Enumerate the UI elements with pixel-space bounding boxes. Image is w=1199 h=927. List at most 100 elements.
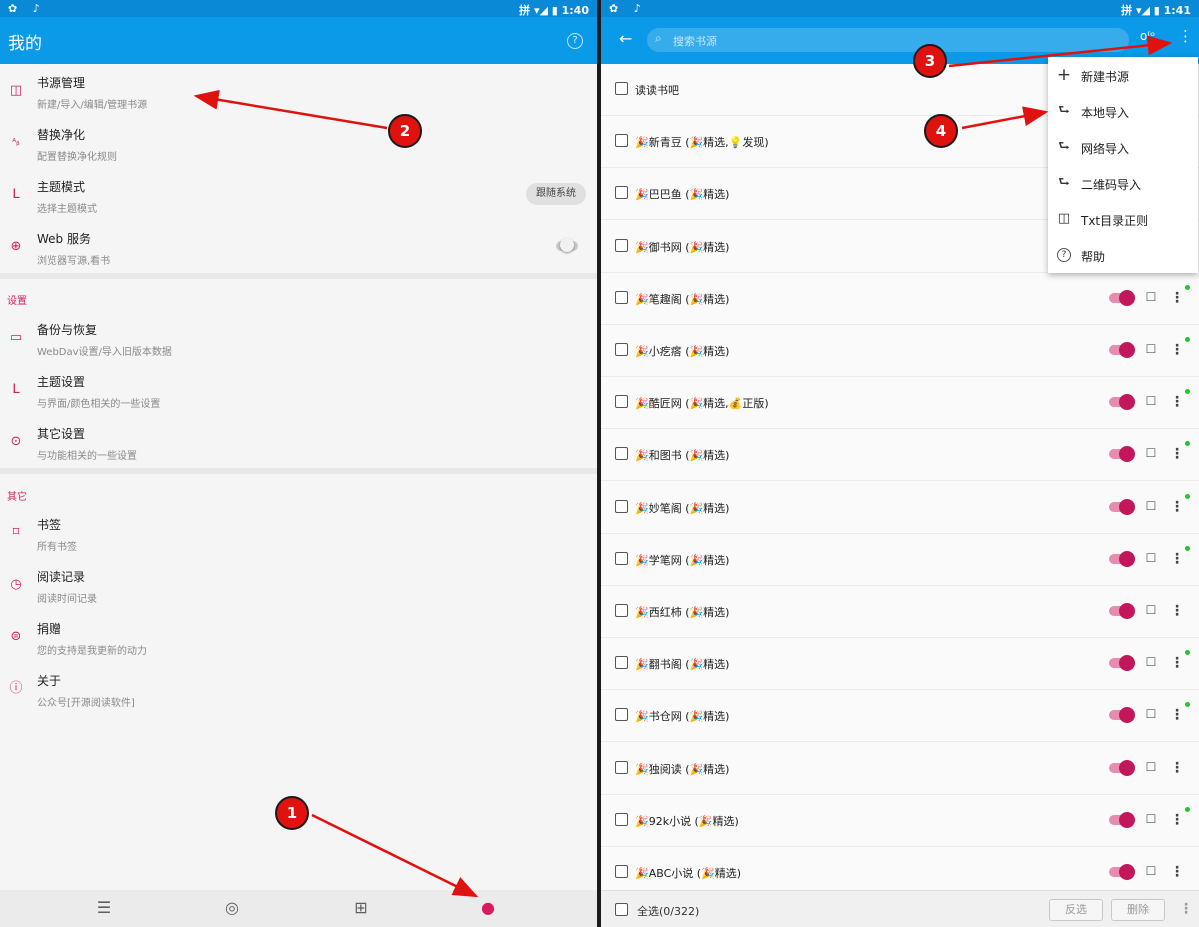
- source-enable-toggle[interactable]: [1109, 394, 1135, 411]
- edit-icon[interactable]: ☐: [1144, 290, 1158, 304]
- source-checkbox[interactable]: [615, 812, 628, 826]
- source-checkbox[interactable]: [615, 499, 628, 513]
- menu-network-import[interactable]: ⮑ 网络导入: [1048, 129, 1198, 165]
- source-checkbox[interactable]: [615, 343, 628, 356]
- edit-icon[interactable]: ☐: [1144, 394, 1158, 408]
- source-row[interactable]: 🎉学笔网 (🎉精选) ☐ ⋮: [601, 533, 1199, 586]
- source-checkbox[interactable]: [615, 82, 628, 95]
- menu-item-donate[interactable]: ⊜ 捐赠 您的支持是我更新的动力: [0, 612, 597, 664]
- search-input[interactable]: ⌕ 搜索书源: [647, 28, 1129, 52]
- source-checkbox[interactable]: [615, 395, 628, 409]
- edit-icon[interactable]: ☐: [1144, 551, 1158, 565]
- invert-selection-button[interactable]: 反选: [1049, 899, 1103, 921]
- menu-item-backup-restore[interactable]: ▭ 备份与恢复 WebDav设置/导入旧版本数据: [0, 313, 597, 365]
- source-checkbox[interactable]: [615, 708, 628, 722]
- back-arrow-icon[interactable]: ←: [619, 29, 632, 48]
- edit-icon[interactable]: ☐: [1144, 864, 1158, 878]
- source-checkbox[interactable]: [615, 656, 628, 670]
- edit-icon[interactable]: ☐: [1144, 499, 1158, 513]
- source-row[interactable]: 🎉小疙瘩 (🎉精选) ☐ ⋮: [601, 325, 1199, 377]
- source-row[interactable]: 🎉酷匠网 (🎉精选,💰正版) ☐ ⋮: [601, 377, 1199, 430]
- source-enable-toggle[interactable]: [1109, 655, 1135, 672]
- source-checkbox[interactable]: [615, 290, 628, 304]
- source-enable-toggle[interactable]: [1109, 759, 1135, 776]
- item-subtitle: 公众号[开源阅读软件]: [37, 698, 135, 709]
- bookshelf-icon[interactable]: ☰: [94, 898, 114, 918]
- row-more-icon[interactable]: ⋮: [1170, 654, 1184, 672]
- rss-icon[interactable]: ⊞: [351, 898, 371, 918]
- source-checkbox[interactable]: [615, 238, 628, 252]
- menu-item-bookmarks[interactable]: ⌑ 书签 所有书签: [0, 508, 597, 560]
- status-bar: ✿ ♪ 拼 ▾◢ ▮ 1:41: [601, 0, 1199, 17]
- source-checkbox[interactable]: [615, 865, 628, 878]
- overflow-menu-icon[interactable]: ⋮: [1178, 27, 1193, 45]
- menu-item-replace-rules[interactable]: ᴬᵦ 替换净化 配置替换净化规则: [0, 118, 597, 170]
- row-more-icon[interactable]: ⋮: [1170, 863, 1184, 881]
- row-more-icon[interactable]: ⋮: [1170, 498, 1184, 516]
- source-checkbox[interactable]: [615, 551, 628, 565]
- person-icon[interactable]: ●: [478, 898, 498, 918]
- source-enable-toggle[interactable]: [1109, 707, 1135, 724]
- edit-icon[interactable]: ☐: [1144, 812, 1158, 826]
- menu-item-web-service[interactable]: ⊕ Web 服务 浏览器写源,看书: [0, 222, 597, 274]
- menu-new-source[interactable]: + 新建书源: [1048, 57, 1198, 93]
- source-name: 🎉笔趣阁 (🎉精选): [635, 292, 730, 306]
- source-enable-toggle[interactable]: [1109, 289, 1135, 306]
- edit-icon[interactable]: ☐: [1144, 655, 1158, 669]
- edit-icon[interactable]: ☐: [1144, 707, 1158, 721]
- row-more-icon[interactable]: ⋮: [1170, 759, 1184, 777]
- source-row[interactable]: 🎉独阅读 (🎉精选) ☐ ⋮: [601, 742, 1199, 795]
- row-more-icon[interactable]: ⋮: [1170, 445, 1184, 463]
- source-checkbox[interactable]: [615, 447, 628, 461]
- source-row[interactable]: 🎉翻书阁 (🎉精选) ☐ ⋮: [601, 638, 1199, 691]
- source-enable-toggle[interactable]: [1109, 811, 1135, 828]
- menu-item-other-settings[interactable]: ⊙ 其它设置 与功能相关的一些设置: [0, 417, 597, 469]
- delete-button[interactable]: 删除: [1111, 899, 1165, 921]
- source-checkbox[interactable]: [615, 760, 628, 774]
- row-more-icon[interactable]: ⋮: [1170, 550, 1184, 568]
- select-all-checkbox[interactable]: [615, 903, 628, 916]
- source-enable-toggle[interactable]: [1109, 864, 1135, 880]
- source-enable-toggle[interactable]: [1109, 603, 1135, 619]
- source-checkbox[interactable]: [615, 604, 628, 617]
- menu-local-import[interactable]: ⮑ 本地导入: [1048, 93, 1198, 129]
- menu-item-reading-history[interactable]: ◷ 阅读记录 阅读时间记录: [0, 560, 597, 612]
- web-service-toggle[interactable]: [556, 238, 578, 252]
- compass-icon[interactable]: ◎: [222, 898, 242, 918]
- edit-icon[interactable]: ☐: [1144, 342, 1158, 356]
- source-checkbox[interactable]: [615, 186, 628, 200]
- menu-item-book-source[interactable]: ◫ 书源管理 新建/导入/编辑/管理书源: [0, 66, 597, 118]
- edit-icon[interactable]: ☐: [1144, 446, 1158, 460]
- edit-icon[interactable]: ☐: [1144, 760, 1158, 774]
- theme-mode-chip[interactable]: 跟随系统: [526, 183, 586, 205]
- row-more-icon[interactable]: ⋮: [1170, 393, 1184, 411]
- footer-more-icon[interactable]: ⋮: [1179, 900, 1193, 918]
- menu-item-theme-mode[interactable]: ᒪ 主题模式 选择主题模式: [0, 170, 597, 222]
- menu-item-about[interactable]: ⓘ 关于 公众号[开源阅读软件]: [0, 664, 597, 716]
- edit-icon[interactable]: ☐: [1144, 603, 1158, 617]
- menu-item-theme-settings[interactable]: ᒪ 主题设置 与界面/颜色相关的一些设置: [0, 365, 597, 417]
- source-row[interactable]: 🎉书仓网 (🎉精选) ☐ ⋮: [601, 690, 1199, 743]
- row-more-icon[interactable]: ⋮: [1170, 811, 1184, 829]
- source-row[interactable]: 🎉西红柿 (🎉精选) ☐ ⋮: [601, 586, 1199, 638]
- source-enable-toggle[interactable]: [1109, 342, 1135, 358]
- menu-qrcode-import[interactable]: ⮑ 二维码导入: [1048, 165, 1198, 201]
- source-name: 🎉独阅读 (🎉精选): [635, 762, 730, 776]
- source-enable-toggle[interactable]: [1109, 550, 1135, 567]
- source-row[interactable]: 🎉笔趣阁 (🎉精选) ☐ ⋮: [601, 272, 1199, 325]
- source-enable-toggle[interactable]: [1109, 498, 1135, 515]
- row-more-icon[interactable]: ⋮: [1170, 602, 1184, 620]
- menu-txt-toc-regex[interactable]: ◫ Txt目录正则: [1048, 201, 1198, 237]
- help-icon[interactable]: ?: [567, 33, 583, 49]
- menu-help[interactable]: ? 帮助: [1048, 237, 1198, 273]
- row-more-icon[interactable]: ⋮: [1170, 289, 1184, 307]
- group-filter-icon[interactable]: o⁽ᵒ: [1140, 29, 1155, 43]
- source-checkbox[interactable]: [615, 134, 628, 148]
- row-more-icon[interactable]: ⋮: [1170, 341, 1184, 359]
- source-name: 🎉翻书阁 (🎉精选): [635, 658, 730, 672]
- source-enable-toggle[interactable]: [1109, 446, 1135, 463]
- source-row[interactable]: 🎉妙笔阁 (🎉精选) ☐ ⋮: [601, 481, 1199, 534]
- row-more-icon[interactable]: ⋮: [1170, 706, 1184, 724]
- source-row[interactable]: 🎉和图书 (🎉精选) ☐ ⋮: [601, 429, 1199, 482]
- source-row[interactable]: 🎉92k小说 (🎉精选) ☐ ⋮: [601, 794, 1199, 847]
